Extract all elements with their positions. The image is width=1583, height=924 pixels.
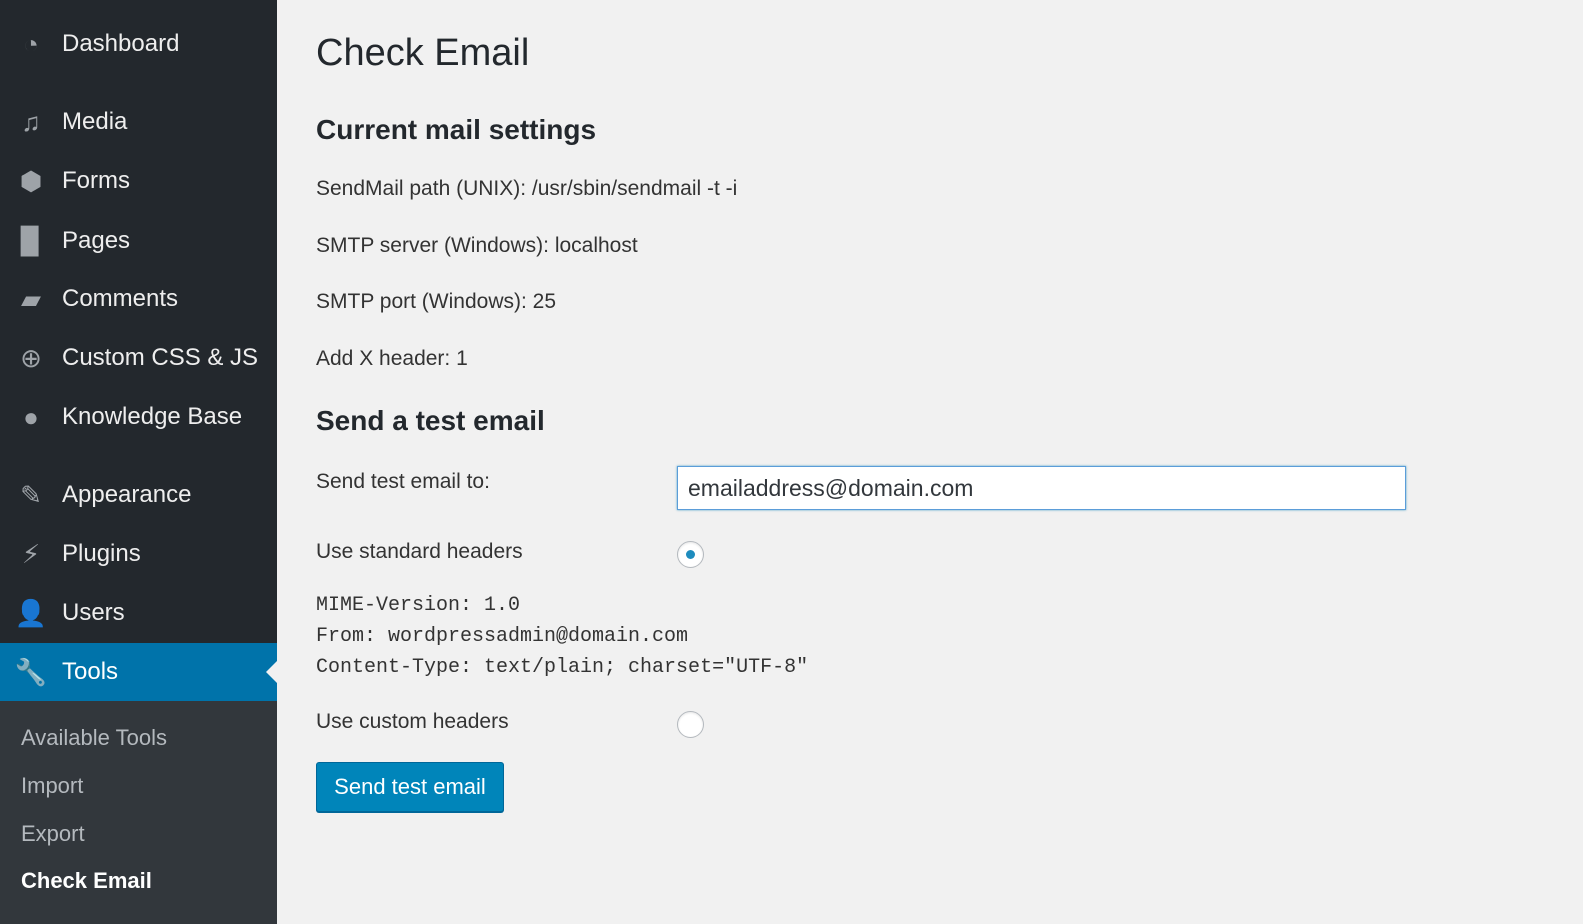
sidebar-item-label: Pages xyxy=(62,227,131,254)
header-line: MIME-Version: 1.0 xyxy=(316,594,521,617)
sidebar-item-label: Tools xyxy=(62,658,119,685)
paintbrush-icon: ✎ xyxy=(20,479,42,510)
sidebar-item-custom-css-js[interactable]: ⊕ Custom CSS & JS xyxy=(0,329,277,387)
test-heading: Send a test email xyxy=(316,405,545,436)
setting-sendmail-path: SendMail path (UNIX): /usr/sbin/sendmail… xyxy=(316,177,738,200)
header-line: From: wordpressadmin@domain.com xyxy=(316,625,689,648)
sidebar-item-pages[interactable]: ▉ Pages xyxy=(0,212,277,270)
setting-smtp-server: SMTP server (Windows): localhost xyxy=(316,234,638,257)
submenu-check-email[interactable]: Check Email xyxy=(21,868,152,894)
send-to-label: Send test email to: xyxy=(316,470,490,493)
sidebar-item-dashboard[interactable]: ◔ Dashboard xyxy=(0,15,277,73)
sidebar-item-plugins[interactable]: ⚡ Plugins xyxy=(0,525,277,583)
submenu-export[interactable]: Export xyxy=(21,821,85,847)
custom-headers-radio[interactable] xyxy=(677,711,704,738)
sidebar-item-tools[interactable]: 🔧 Tools xyxy=(0,643,277,701)
lightbulb-icon: ● xyxy=(23,401,39,432)
admin-sidebar: ◔ Dashboard ♫ Media ⬢ Forms ▉ Pages ▰ Comment… xyxy=(0,0,277,924)
comments-icon: ▰ xyxy=(21,283,41,314)
sidebar-item-knowledge-base[interactable]: ● Knowledge Base xyxy=(0,388,277,446)
sidebar-item-comments[interactable]: ▰ Comments xyxy=(0,270,277,328)
sidebar-item-label: Plugins xyxy=(62,540,141,567)
media-icon: ♫ xyxy=(21,106,41,137)
plugin-icon: ⚡ xyxy=(21,538,41,569)
pages-icon: ▉ xyxy=(21,225,41,256)
standard-headers-preview: MIME-Version: 1.0 From: wordpressadmin@d… xyxy=(316,590,808,683)
settings-heading: Current mail settings xyxy=(316,114,597,145)
sidebar-item-label: Forms xyxy=(62,167,130,194)
sidebar-item-label: Knowledge Base xyxy=(62,403,243,430)
sidebar-item-label: Users xyxy=(62,599,125,626)
setting-x-header: Add X header: 1 xyxy=(316,347,468,370)
submenu-import[interactable]: Import xyxy=(21,773,83,799)
forms-icon: ⬢ xyxy=(19,165,43,196)
sidebar-item-label: Custom CSS & JS xyxy=(62,344,259,371)
sidebar-item-label: Media xyxy=(62,108,128,135)
setting-smtp-port: SMTP port (Windows): 25 xyxy=(316,290,557,313)
page-title: Check Email xyxy=(316,32,530,74)
dashboard-icon: ◔ xyxy=(23,28,39,59)
sidebar-item-label: Appearance xyxy=(62,481,192,508)
sidebar-item-forms[interactable]: ⬢ Forms xyxy=(0,152,277,210)
submenu-available-tools[interactable]: Available Tools xyxy=(21,725,167,751)
sidebar-item-label: Dashboard xyxy=(62,30,180,57)
standard-headers-radio[interactable] xyxy=(677,541,704,568)
standard-headers-label: Use standard headers xyxy=(316,540,523,563)
send-test-email-button[interactable]: Send test email xyxy=(316,762,504,812)
email-field[interactable] xyxy=(677,466,1406,510)
sidebar-item-appearance[interactable]: ✎ Appearance xyxy=(0,466,277,524)
user-icon: 👤 xyxy=(14,597,48,628)
sidebar-item-media[interactable]: ♫ Media xyxy=(0,93,277,151)
wrench-icon: 🔧 xyxy=(14,656,48,687)
plus-circle-icon: ⊕ xyxy=(20,342,42,373)
custom-headers-label: Use custom headers xyxy=(316,710,509,733)
sidebar-item-label: Comments xyxy=(62,285,179,312)
sidebar-item-users[interactable]: 👤 Users xyxy=(0,584,277,642)
tools-submenu: Available Tools Import Export Check Emai… xyxy=(0,701,277,924)
header-line: Content-Type: text/plain; charset="UTF-8… xyxy=(316,656,809,679)
